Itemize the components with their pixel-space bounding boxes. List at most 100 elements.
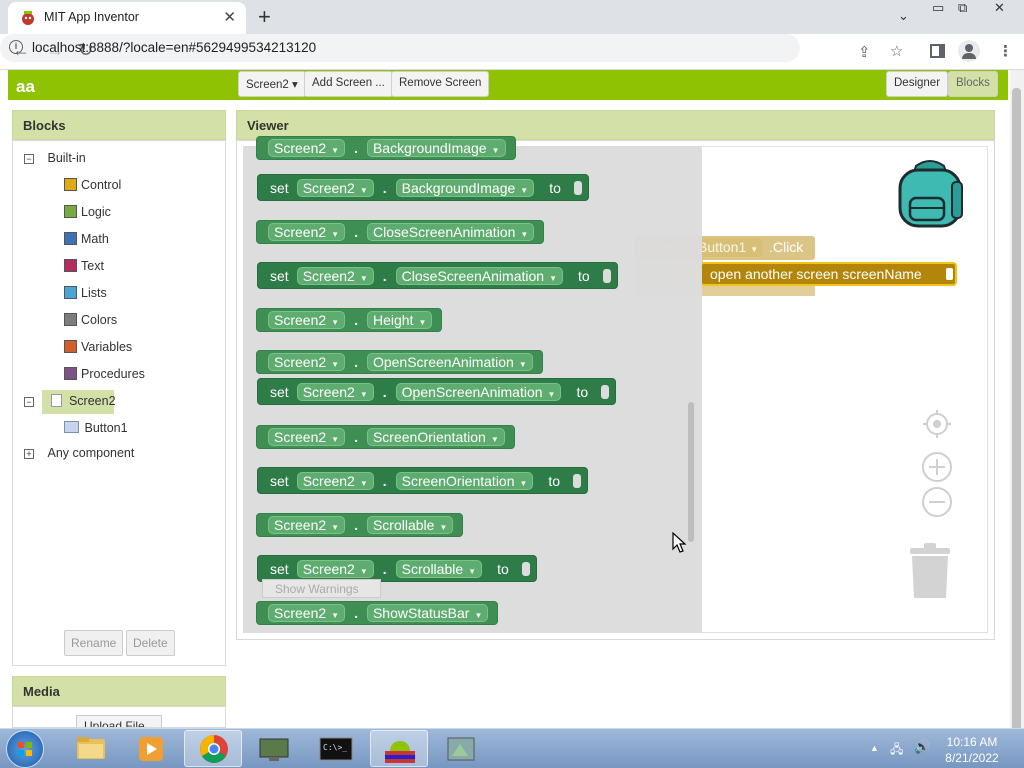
any-component-node[interactable]: + Any component bbox=[24, 446, 134, 460]
minimize-icon[interactable]: ▭ bbox=[932, 0, 944, 16]
getter-block-screenorientation[interactable]: Screen2 ▼. ScreenOrientation ▼ bbox=[256, 425, 515, 449]
component-dropdown[interactable]: Screen2 ▼ bbox=[296, 471, 374, 490]
taskbar-explorer[interactable] bbox=[62, 730, 120, 767]
backpack-icon[interactable] bbox=[894, 158, 966, 230]
component-dropdown[interactable]: Screen2 ▼ bbox=[268, 223, 346, 241]
open-another-screen-block[interactable]: open another screen screenName bbox=[700, 262, 957, 286]
page-scrollbar[interactable] bbox=[1010, 70, 1024, 736]
component-dropdown[interactable]: Screen2 ▼ bbox=[296, 382, 374, 401]
component-dropdown[interactable]: Screen2 ▼ bbox=[268, 604, 346, 622]
getter-block-backgroundimage[interactable]: Screen2 ▼. BackgroundImage ▼ bbox=[256, 136, 516, 160]
taskbar-emulator[interactable] bbox=[432, 730, 490, 767]
zoom-out-icon[interactable] bbox=[921, 486, 953, 518]
property-dropdown[interactable]: ShowStatusBar ▼ bbox=[366, 604, 489, 622]
builtin-item-text[interactable]: Text bbox=[64, 259, 104, 273]
builtin-tree-node[interactable]: − Built-in bbox=[24, 151, 86, 165]
property-dropdown[interactable]: ScreenOrientation ▼ bbox=[366, 428, 505, 446]
button1-tree-node[interactable]: Button1 bbox=[64, 421, 128, 435]
zoom-in-icon[interactable] bbox=[921, 451, 953, 483]
address-bar[interactable]: i localhost:8888/?locale=en#562949953421… bbox=[0, 34, 800, 62]
window-close-icon[interactable]: ✕ bbox=[994, 0, 1005, 16]
profile-avatar[interactable] bbox=[958, 40, 980, 62]
designer-button[interactable]: Designer bbox=[886, 71, 949, 97]
property-dropdown[interactable]: Scrollable ▼ bbox=[395, 559, 483, 578]
taskbar-chrome[interactable] bbox=[184, 730, 242, 767]
page-scrollbar-thumb[interactable] bbox=[1012, 88, 1021, 736]
builtin-item-math[interactable]: Math bbox=[64, 232, 109, 246]
setter-block-closescreenanimation[interactable]: set Screen2 ▼. CloseScreenAnimation ▼ to bbox=[257, 262, 618, 289]
property-dropdown[interactable]: ScreenOrientation ▼ bbox=[395, 471, 534, 490]
button1-dropdown[interactable]: Button1 ▼ bbox=[693, 238, 764, 257]
screen-select-button[interactable]: Screen2 ▾ bbox=[238, 71, 306, 97]
flyout-scrollbar[interactable] bbox=[688, 402, 694, 542]
setter-block-scrollable[interactable]: set Screen2 ▼. Scrollable ▼ to bbox=[257, 555, 537, 582]
getter-block-closescreenanimation[interactable]: Screen2 ▼. CloseScreenAnimation ▼ bbox=[256, 220, 545, 244]
delete-button[interactable]: Delete bbox=[126, 630, 175, 656]
network-icon[interactable]: 🖧 bbox=[890, 740, 903, 761]
property-dropdown[interactable]: BackgroundImage ▼ bbox=[366, 139, 506, 157]
rename-button[interactable]: Rename bbox=[64, 630, 124, 656]
expand-icon[interactable]: + bbox=[24, 449, 34, 459]
builtin-item-variables[interactable]: Variables bbox=[64, 340, 132, 354]
browser-tab[interactable]: MIT App Inventor ✕ bbox=[8, 2, 246, 34]
taskbar-media-player[interactable] bbox=[122, 730, 180, 767]
component-dropdown[interactable]: Screen2 ▼ bbox=[268, 516, 346, 534]
component-dropdown[interactable]: Screen2 ▼ bbox=[268, 311, 346, 329]
component-dropdown[interactable]: Screen2 ▼ bbox=[296, 266, 374, 285]
upload-file-button[interactable]: Upload File ... bbox=[76, 715, 162, 727]
builtin-item-lists[interactable]: Lists bbox=[64, 286, 107, 300]
volume-icon[interactable]: 🔊 bbox=[914, 739, 930, 755]
center-workspace-icon[interactable] bbox=[922, 409, 952, 439]
taskbar-app[interactable] bbox=[245, 730, 303, 767]
share-icon[interactable]: ⇪ bbox=[858, 43, 871, 61]
component-dropdown[interactable]: Screen2 ▼ bbox=[296, 559, 374, 578]
property-dropdown[interactable]: CloseScreenAnimation ▼ bbox=[395, 266, 563, 285]
site-info-icon[interactable]: i bbox=[9, 40, 23, 54]
tray-expand-icon[interactable]: ▲ bbox=[870, 743, 879, 753]
builtin-item-control[interactable]: Control bbox=[64, 178, 121, 192]
tab-close-icon[interactable]: ✕ bbox=[223, 8, 236, 26]
property-dropdown[interactable]: CloseScreenAnimation ▼ bbox=[366, 223, 535, 241]
dropdown-arrow-icon: ▼ bbox=[474, 611, 483, 620]
restore-icon[interactable]: ⧉ bbox=[958, 0, 967, 16]
builtin-item-colors[interactable]: Colors bbox=[64, 313, 117, 327]
setter-block-screenorientation[interactable]: set Screen2 ▼. ScreenOrientation ▼ to bbox=[257, 467, 589, 494]
collapse-icon[interactable]: − bbox=[24, 154, 34, 164]
add-screen-button[interactable]: Add Screen ... bbox=[304, 71, 393, 97]
property-dropdown[interactable]: OpenScreenAnimation ▼ bbox=[395, 382, 562, 401]
tab-search-icon[interactable]: ⌄ bbox=[898, 8, 909, 24]
taskbar-app-inventor[interactable] bbox=[370, 730, 428, 767]
property-dropdown[interactable]: Scrollable ▼ bbox=[366, 516, 454, 534]
getter-block-height[interactable]: Screen2 ▼. Height ▼ bbox=[256, 308, 443, 332]
setter-block-backgroundimage[interactable]: set Screen2 ▼. BackgroundImage ▼ to bbox=[257, 174, 589, 201]
component-dropdown[interactable]: Screen2 ▼ bbox=[268, 428, 346, 446]
getter-block-showstatusbar[interactable]: Screen2 ▼. ShowStatusBar ▼ bbox=[256, 601, 499, 625]
property-dropdown[interactable]: BackgroundImage ▼ bbox=[395, 178, 535, 197]
clock[interactable]: 10:16 AM 8/21/2022 bbox=[944, 734, 1000, 766]
property-dot: . bbox=[354, 140, 358, 156]
component-dropdown[interactable]: Screen2 ▼ bbox=[268, 353, 346, 371]
trash-icon[interactable] bbox=[908, 542, 952, 600]
bookmark-star-icon[interactable]: ☆ bbox=[890, 42, 903, 60]
property-dropdown[interactable]: Height ▼ bbox=[366, 311, 433, 329]
remove-screen-button[interactable]: Remove Screen bbox=[391, 71, 490, 97]
getter-block-openscreenanimation[interactable]: Screen2 ▼. OpenScreenAnimation ▼ bbox=[256, 350, 543, 374]
builtin-item-procedures[interactable]: Procedures bbox=[64, 367, 145, 381]
property-dropdown[interactable]: OpenScreenAnimation ▼ bbox=[366, 353, 533, 371]
start-button[interactable] bbox=[6, 730, 44, 768]
builtin-item-logic[interactable]: Logic bbox=[64, 205, 111, 219]
component-dropdown[interactable]: Screen2 ▼ bbox=[296, 178, 374, 197]
taskbar-terminal[interactable]: C:\>_ bbox=[307, 730, 365, 767]
setter-block-openscreenanimation[interactable]: set Screen2 ▼. OpenScreenAnimation ▼ to bbox=[257, 378, 617, 405]
dropdown-arrow-icon: ▼ bbox=[519, 478, 528, 488]
getter-block-scrollable[interactable]: Screen2 ▼. Scrollable ▼ bbox=[256, 513, 464, 537]
property-dot: . bbox=[354, 224, 358, 240]
show-warnings-button[interactable]: Show Warnings bbox=[262, 579, 381, 598]
collapse-icon[interactable]: − bbox=[24, 397, 34, 407]
browser-menu-icon[interactable]: ⋮ bbox=[998, 42, 1013, 60]
component-dropdown[interactable]: Screen2 ▼ bbox=[268, 139, 346, 157]
new-tab-icon[interactable]: + bbox=[258, 4, 271, 30]
side-panel-icon[interactable] bbox=[930, 44, 945, 58]
component-name: Screen2 bbox=[302, 179, 355, 196]
blocks-button[interactable]: Blocks bbox=[948, 71, 998, 97]
